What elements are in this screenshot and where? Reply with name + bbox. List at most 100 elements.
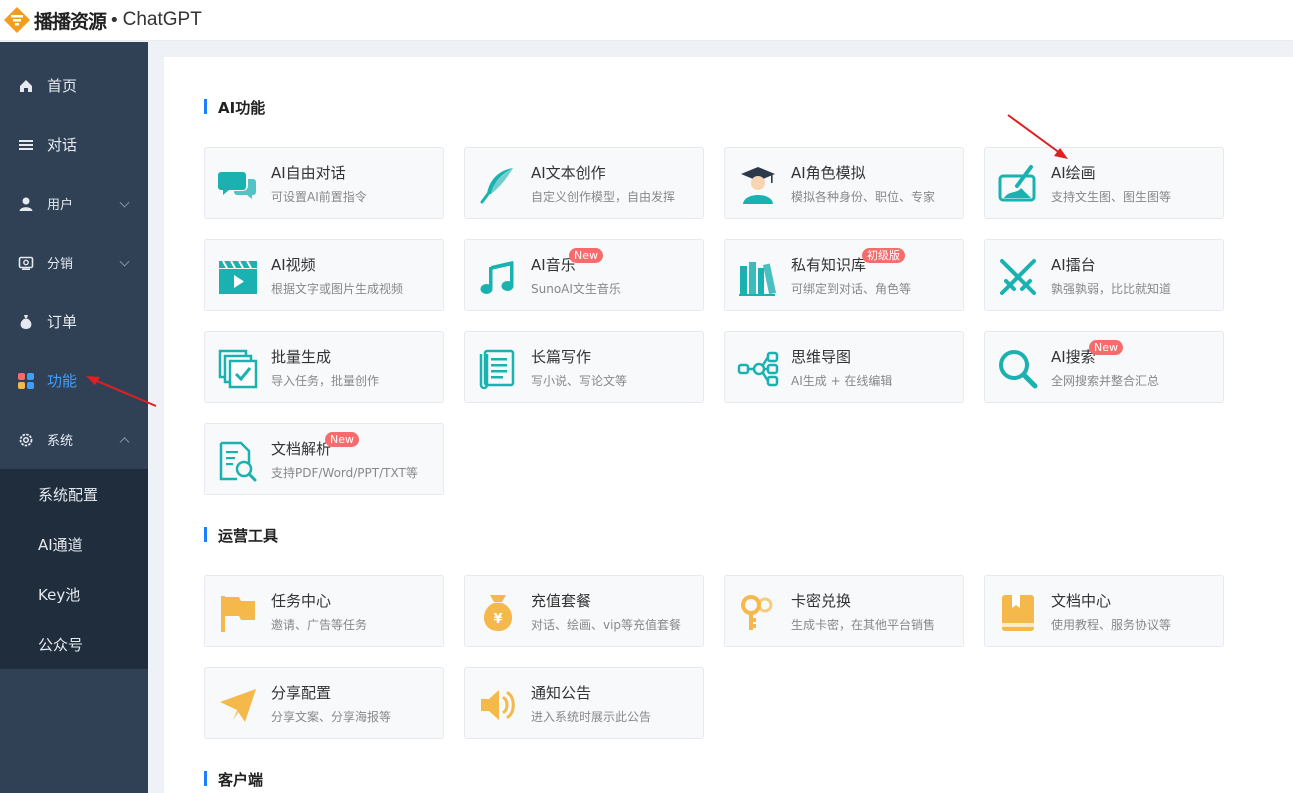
card-title: AI擂台 — [1051, 256, 1096, 274]
top-bar: 播播资源 • ChatGPT — [0, 0, 1293, 41]
card-ai-arena[interactable]: AI擂台 孰强孰弱，比比就知道 — [984, 239, 1224, 311]
card-recharge-plans[interactable]: ¥ 充值套餐 对话、绘画、vip等充值套餐 — [464, 575, 704, 647]
card-desc: SunoAI文生音乐 — [531, 282, 621, 296]
sidebar-item-system[interactable]: 系统 — [0, 410, 148, 469]
books-icon — [739, 262, 777, 296]
magnifier-icon — [999, 350, 1038, 389]
new-badge: New — [1089, 340, 1123, 355]
card-desc: 生成卡密，在其他平台销售 — [791, 618, 936, 632]
sidebar-item-key-pool[interactable]: Key池 — [0, 569, 148, 619]
music-note-icon — [480, 261, 514, 294]
main-content: AI功能 AI自由对话 可设置AI前置指令 AI文本创作 自定义创作模型，自由发… — [164, 57, 1293, 793]
sidebar-item-label: 对话 — [47, 136, 78, 154]
card-desc: 进入系统时展示此公告 — [531, 710, 652, 724]
brand-separator: • — [109, 9, 120, 31]
card-ai-chat[interactable]: AI自由对话 可设置AI前置指令 — [204, 147, 444, 219]
card-ai-music[interactable]: AI音乐 SunoAI文生音乐 New — [464, 239, 704, 311]
card-mind-map[interactable]: 思维导图 AI生成 + 在线编辑 — [724, 331, 964, 403]
sidebar-item-distribution[interactable]: 分销 — [0, 233, 148, 292]
clapper-video-icon — [219, 260, 257, 294]
money-bag-icon — [17, 313, 35, 331]
chevron-up-icon — [119, 436, 130, 447]
card-title: 思维导图 — [791, 348, 852, 366]
keys-icon — [741, 595, 773, 630]
card-desc: 孰强孰弱，比比就知道 — [1051, 282, 1172, 296]
sidebar-item-home[interactable]: 首页 — [0, 56, 148, 115]
card-task-center[interactable]: 任务中心 邀请、广告等任务 — [204, 575, 444, 647]
card-title: 文档解析 — [271, 440, 332, 458]
batch-check-icon — [218, 349, 258, 389]
card-long-writing[interactable]: 长篇写作 写小说、写论文等 — [464, 331, 704, 403]
card-doc-parse[interactable]: 文档解析 支持PDF/Word/PPT/TXT等 New — [204, 423, 444, 495]
card-desc: 自定义创作模型，自由发挥 — [531, 190, 676, 204]
card-title: 长篇写作 — [531, 348, 592, 366]
crossed-swords-icon — [1000, 259, 1036, 295]
card-title: AI绘画 — [1051, 164, 1096, 182]
document-search-icon — [219, 441, 257, 482]
money-bag-icon: ¥ — [483, 595, 513, 631]
paper-plane-icon — [220, 689, 256, 722]
chat-bubbles-icon — [218, 172, 256, 199]
book-icon — [1002, 595, 1034, 631]
card-title: 充值套餐 — [531, 592, 592, 610]
card-doc-center[interactable]: 文档中心 使用教程、服务协议等 — [984, 575, 1224, 647]
card-ai-video[interactable]: AI视频 根据文字或图片生成视频 — [204, 239, 444, 311]
card-title: AI视频 — [271, 256, 316, 274]
card-desc: 邀请、广告等任务 — [271, 618, 368, 632]
graduate-avatar-icon — [741, 167, 775, 204]
card-title: 任务中心 — [271, 592, 332, 610]
card-desc: 模拟各种身份、职位、专家 — [791, 190, 936, 204]
annotation-arrow-drawing — [1007, 114, 1068, 159]
card-desc: 写小说、写论文等 — [531, 374, 628, 388]
card-desc: 可设置AI前置指令 — [271, 190, 367, 204]
flag-icon — [221, 596, 255, 632]
card-share-config[interactable]: 分享配置 分享文案、分享海报等 — [204, 667, 444, 739]
brand-name: 播播资源 — [34, 10, 107, 33]
system-submenu: 系统配置 AI通道 Key池 公众号 — [0, 469, 148, 669]
paint-brush-icon — [998, 165, 1036, 202]
home-icon — [17, 77, 35, 95]
card-ai-text[interactable]: AI文本创作 自定义创作模型，自由发挥 — [464, 147, 704, 219]
card-batch-generate[interactable]: 批量生成 导入任务，批量创作 — [204, 331, 444, 403]
annotation-arrow-features — [86, 376, 157, 407]
section-title-ops: 运营工具 — [204, 525, 278, 546]
sidebar-item-orders[interactable]: 订单 — [0, 292, 148, 351]
card-title: 批量生成 — [271, 348, 332, 366]
card-desc: 对话、绘画、vip等充值套餐 — [531, 618, 682, 632]
card-ai-search[interactable]: AI搜索 全网搜索并整合汇总 New — [984, 331, 1224, 403]
user-icon — [17, 195, 35, 213]
card-desc: AI生成 + 在线编辑 — [791, 374, 893, 388]
card-desc: 根据文字或图片生成视频 — [271, 282, 404, 296]
sidebar-item-chat[interactable]: 对话 — [0, 115, 148, 174]
sidebar-item-users[interactable]: 用户 — [0, 174, 148, 233]
card-announcement[interactable]: 通知公告 进入系统时展示此公告 — [464, 667, 704, 739]
card-ai-role[interactable]: AI角色模拟 模拟各种身份、职位、专家 — [724, 147, 964, 219]
card-desc: 导入任务，批量创作 — [271, 374, 380, 388]
card-title: 私有知识库 — [791, 256, 867, 274]
card-card-redeem[interactable]: 卡密兑换 生成卡密，在其他平台销售 — [724, 575, 964, 647]
card-title: AI自由对话 — [271, 164, 346, 182]
beta-badge: 初级版 — [862, 248, 905, 263]
sidebar-item-label: 用户 — [47, 198, 74, 213]
sidebar-item-label: 分销 — [47, 257, 74, 272]
card-title: AI文本创作 — [531, 164, 606, 182]
sidebar-item-ai-channel[interactable]: AI通道 — [0, 519, 148, 569]
card-title: AI角色模拟 — [791, 164, 866, 182]
scroll-document-icon — [479, 349, 515, 390]
svg-text:¥: ¥ — [493, 612, 502, 627]
card-desc: 全网搜索并整合汇总 — [1051, 374, 1160, 388]
card-desc: 支持PDF/Word/PPT/TXT等 — [271, 466, 418, 480]
sidebar-item-official-account[interactable]: 公众号 — [0, 619, 148, 669]
sidebar: 首页 对话 用户 分销 订单 功能 系统 系统配置 AI通道 Key池 公众号 — [0, 42, 148, 793]
card-desc: 支持文生图、图生图等 — [1051, 190, 1172, 204]
sidebar-item-system-config[interactable]: 系统配置 — [0, 469, 148, 519]
card-knowledge-base[interactable]: 私有知识库 可绑定到对话、角色等 初级版 — [724, 239, 964, 311]
app-name: ChatGPT — [122, 9, 202, 30]
sidebar-item-label: 订单 — [47, 313, 78, 331]
logo[interactable]: 播播资源 • ChatGPT — [0, 0, 202, 41]
card-title: 卡密兑换 — [791, 592, 852, 610]
card-title: 通知公告 — [531, 684, 592, 702]
sidebar-item-label: 功能 — [47, 372, 78, 390]
chevron-down-icon — [119, 197, 130, 208]
card-title: 文档中心 — [1051, 592, 1112, 610]
